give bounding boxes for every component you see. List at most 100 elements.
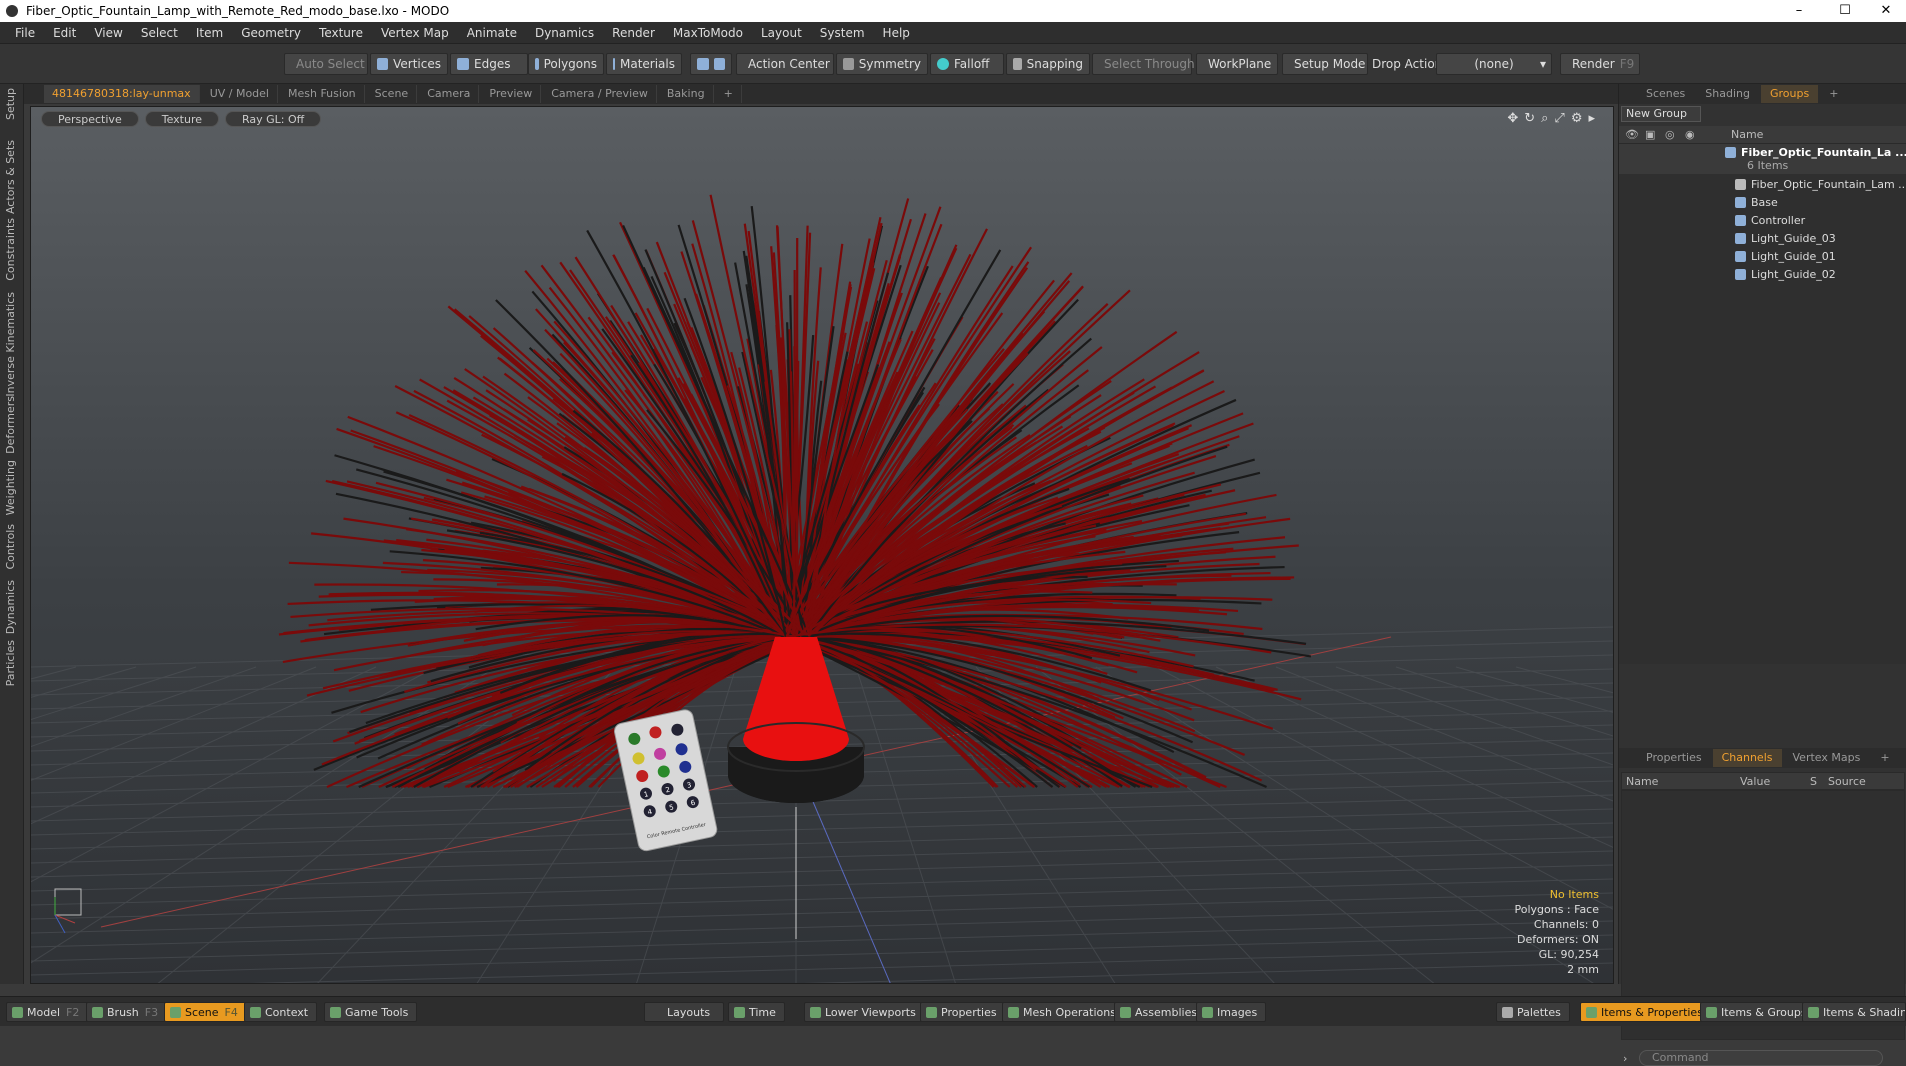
name-column-header[interactable]: Name bbox=[1731, 128, 1763, 141]
channel-source-header[interactable]: Source bbox=[1828, 775, 1866, 788]
channel-name-header[interactable]: Name bbox=[1626, 775, 1658, 788]
tab-preview[interactable]: Preview bbox=[481, 85, 542, 103]
symmetry-button[interactable]: Symmetry bbox=[836, 53, 928, 75]
maximize-button[interactable]: ☐ bbox=[1822, 0, 1868, 22]
edges-button[interactable]: Edges bbox=[450, 53, 528, 75]
workplane-button[interactable]: WorkPlane bbox=[1196, 53, 1278, 75]
group-item-row[interactable]: Light_Guide_03 bbox=[1619, 230, 1906, 248]
falloff-button[interactable]: Falloff bbox=[930, 53, 1004, 75]
command-input[interactable]: Command bbox=[1639, 1050, 1883, 1066]
shading-mode-texture[interactable]: Texture bbox=[144, 111, 219, 127]
tab-properties[interactable]: Properties bbox=[1637, 749, 1711, 767]
tab-dynamics[interactable]: Dynamics bbox=[4, 580, 17, 634]
properties-button[interactable]: Properties bbox=[920, 1002, 1006, 1022]
minimize-button[interactable]: – bbox=[1776, 0, 1822, 22]
action-center-button[interactable]: Action Center bbox=[736, 53, 834, 75]
menu-animate[interactable]: Animate bbox=[458, 26, 526, 40]
items-properties-button[interactable]: Items & Properties bbox=[1580, 1002, 1712, 1022]
3d-viewport[interactable]: 1 2 3 4 5 6 Color Remote Controller Pers… bbox=[30, 106, 1614, 984]
menu-geometry[interactable]: Geometry bbox=[232, 26, 310, 40]
items-groups-button[interactable]: Items & Groups bbox=[1700, 1002, 1816, 1022]
tab-groups[interactable]: Groups bbox=[1760, 85, 1819, 103]
lower-viewports-button[interactable]: Lower Viewports bbox=[804, 1002, 925, 1022]
group-item-row[interactable]: Light_Guide_01 bbox=[1619, 248, 1906, 266]
layout-model-button[interactable]: Model F2 bbox=[6, 1002, 89, 1022]
items-shading-button[interactable]: Items & Shading bbox=[1802, 1002, 1906, 1022]
tab-camera-preview[interactable]: Camera / Preview bbox=[543, 85, 657, 103]
select-through-button[interactable]: Select Through bbox=[1092, 53, 1195, 75]
view-mode-perspective[interactable]: Perspective bbox=[41, 111, 139, 127]
tab-vertex-maps[interactable]: Vertex Maps bbox=[1784, 749, 1870, 767]
mesh-operations-button[interactable]: Mesh Operations bbox=[1002, 1002, 1125, 1022]
tab-weighting[interactable]: Weighting bbox=[4, 460, 17, 515]
render-toggle-icon[interactable]: ◎ bbox=[1665, 128, 1675, 141]
tab-layout-unmax[interactable]: 48146780318:lay-unmax bbox=[44, 85, 200, 103]
menu-item[interactable]: Item bbox=[187, 26, 232, 40]
layout-brush-button[interactable]: Brush F3 bbox=[86, 1002, 168, 1022]
menu-dynamics[interactable]: Dynamics bbox=[526, 26, 603, 40]
menu-edit[interactable]: Edit bbox=[44, 26, 85, 40]
tab-inverse-kinematics[interactable]: Inverse Kinematics bbox=[4, 292, 17, 397]
eye-icon[interactable]: 👁 bbox=[1625, 128, 1639, 141]
tab-shading[interactable]: Shading bbox=[1696, 85, 1759, 103]
select-toggle-icon[interactable]: ◉ bbox=[1685, 128, 1695, 141]
tab-channels[interactable]: Channels bbox=[1712, 749, 1782, 767]
pan-icon[interactable]: ✥ bbox=[1507, 111, 1518, 126]
tab-actors-sets[interactable]: Actors & Sets bbox=[4, 140, 17, 214]
add-tab-button[interactable]: + bbox=[716, 85, 742, 103]
drop-action-select[interactable]: (none) ▾ bbox=[1436, 53, 1552, 75]
tab-scene[interactable]: Scene bbox=[367, 85, 418, 103]
tab-controls[interactable]: Controls bbox=[4, 524, 17, 570]
chevron-right-icon[interactable]: ▸ bbox=[1588, 111, 1595, 126]
add-channel-tab-button[interactable]: + bbox=[1871, 749, 1898, 767]
fit-icon[interactable]: ⤢ bbox=[1554, 111, 1564, 126]
layout-context-button[interactable]: Context bbox=[244, 1002, 318, 1022]
layouts-button[interactable]: Layouts bbox=[644, 1002, 724, 1022]
lock-icon[interactable]: ▣ bbox=[1645, 128, 1655, 141]
tab-scenes[interactable]: Scenes bbox=[1637, 85, 1694, 103]
tab-setup[interactable]: Setup bbox=[4, 88, 17, 120]
tab-camera[interactable]: Camera bbox=[419, 85, 480, 103]
menu-render[interactable]: Render bbox=[603, 26, 664, 40]
layout-scene-button[interactable]: Scene F4 bbox=[164, 1002, 247, 1022]
menu-system[interactable]: System bbox=[811, 26, 874, 40]
group-item-row[interactable]: Base bbox=[1619, 194, 1906, 212]
menu-maxtomodo[interactable]: MaxToModo bbox=[664, 26, 752, 40]
tab-baking[interactable]: Baking bbox=[659, 85, 714, 103]
materials-button[interactable]: Materials bbox=[606, 53, 682, 75]
images-button[interactable]: Images bbox=[1196, 1002, 1267, 1022]
menu-file[interactable]: File bbox=[6, 26, 44, 40]
close-button[interactable]: ✕ bbox=[1866, 0, 1906, 22]
palettes-button[interactable]: Palettes bbox=[1496, 1002, 1570, 1022]
snapping-button[interactable]: Snapping bbox=[1006, 53, 1090, 75]
rotate-icon[interactable]: ↻ bbox=[1524, 111, 1535, 126]
new-group-button[interactable]: New Group bbox=[1621, 106, 1701, 122]
time-button[interactable]: Time bbox=[728, 1002, 785, 1022]
channel-value-header[interactable]: Value bbox=[1740, 775, 1770, 788]
menu-texture[interactable]: Texture bbox=[310, 26, 372, 40]
tab-deformers[interactable]: Deformers bbox=[4, 396, 17, 454]
selection-sets-button[interactable] bbox=[690, 53, 732, 75]
add-panel-tab-button[interactable]: + bbox=[1820, 85, 1847, 103]
gear-icon[interactable]: ⚙ bbox=[1571, 111, 1583, 126]
group-item-row[interactable]: Controller bbox=[1619, 212, 1906, 230]
layout-game-tools-button[interactable]: Game Tools bbox=[324, 1002, 418, 1022]
render-button[interactable]: Render F9 bbox=[1560, 53, 1640, 75]
tab-particles[interactable]: Particles bbox=[4, 640, 17, 686]
vertices-button[interactable]: Vertices bbox=[370, 53, 448, 75]
tab-uv-model[interactable]: UV / Model bbox=[202, 85, 278, 103]
menu-select[interactable]: Select bbox=[132, 26, 187, 40]
group-root-row[interactable]: Fiber_Optic_Fountain_La ... 6 Items bbox=[1619, 144, 1906, 174]
assemblies-button[interactable]: Assemblies bbox=[1114, 1002, 1207, 1022]
auto-select-button[interactable]: Auto Select bbox=[284, 53, 368, 75]
raygl-toggle[interactable]: Ray GL: Off bbox=[225, 111, 322, 127]
menu-layout[interactable]: Layout bbox=[752, 26, 811, 40]
channel-s-header[interactable]: S bbox=[1810, 775, 1817, 788]
zoom-icon[interactable]: ⌕ bbox=[1541, 111, 1548, 126]
polygons-button[interactable]: Polygons bbox=[528, 53, 604, 75]
tab-constraints[interactable]: Constraints bbox=[4, 218, 17, 281]
group-item-row[interactable]: Light_Guide_02 bbox=[1619, 266, 1906, 284]
menu-help[interactable]: Help bbox=[874, 26, 919, 40]
group-item-row[interactable]: Fiber_Optic_Fountain_Lam ... bbox=[1619, 176, 1906, 194]
setup-mode-button[interactable]: Setup Mode bbox=[1282, 53, 1368, 75]
